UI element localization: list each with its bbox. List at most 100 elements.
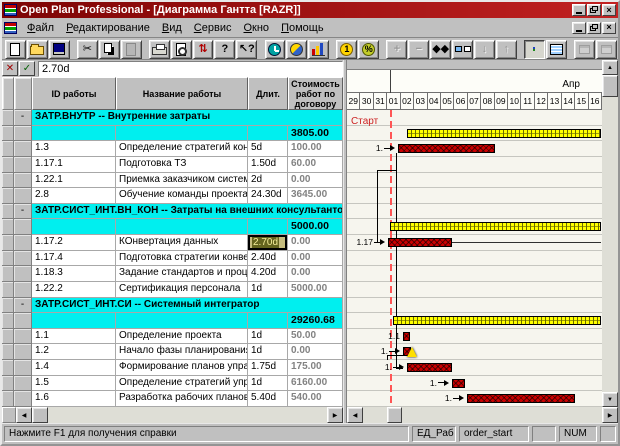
cell-cost[interactable]: 0.00 <box>288 266 343 282</box>
help-button[interactable]: ? <box>214 40 235 59</box>
cell-name[interactable]: Сертификация персонала <box>116 282 248 298</box>
cost-button[interactable]: 1 <box>336 40 357 59</box>
app-icon[interactable] <box>4 4 17 16</box>
summary-cell[interactable] <box>116 313 248 329</box>
cell-name[interactable]: Определение стратегий управления р <box>116 376 248 392</box>
column-header-cost[interactable]: Стоимость работ по договору <box>288 77 343 110</box>
summary-cell[interactable] <box>32 126 116 142</box>
row-selector[interactable] <box>2 157 14 173</box>
link-activities-button[interactable]: ◆◆ <box>430 40 451 59</box>
summary-cell[interactable] <box>116 219 248 235</box>
column-header-duration[interactable]: Длит. <box>248 77 288 110</box>
row-selector[interactable] <box>2 344 14 360</box>
gantt-summary-bar[interactable] <box>393 316 601 325</box>
row-selector[interactable] <box>2 110 14 126</box>
scroll-left-icon[interactable]: ◀ <box>347 407 363 423</box>
summary-cost-cell[interactable]: 5000.00 <box>288 219 343 235</box>
cell-id[interactable]: 1.6 <box>32 391 116 407</box>
spreadsheet-view-button[interactable] <box>546 40 567 59</box>
gantt-view-button[interactable] <box>524 40 545 59</box>
summary-cell[interactable] <box>32 313 116 329</box>
cell-duration[interactable]: 2.70d <box>248 235 288 251</box>
scrollbar-track[interactable] <box>402 407 602 423</box>
row-selector[interactable] <box>2 251 14 267</box>
summary-cell[interactable] <box>32 219 116 235</box>
summary-cost-cell[interactable]: 3805.00 <box>288 126 343 142</box>
column-header-id[interactable]: ID работы <box>32 77 116 110</box>
menu-tools[interactable]: Сервис <box>188 20 238 36</box>
row-selector[interactable] <box>2 282 14 298</box>
collapse-toggle[interactable]: - <box>14 204 32 220</box>
print-preview-button[interactable] <box>171 40 192 59</box>
scrollbar-track[interactable] <box>363 407 387 423</box>
collapse-toggle[interactable]: - <box>14 110 32 126</box>
cell-duration[interactable]: 5d <box>248 141 288 157</box>
save-button[interactable] <box>49 40 70 59</box>
gantt-task-bar[interactable] <box>407 363 452 372</box>
cell-duration[interactable]: 4.20d <box>248 266 288 282</box>
cell-name[interactable]: Подготовка ТЗ <box>116 157 248 173</box>
cell-duration[interactable]: 5.40d <box>248 391 288 407</box>
row-selector[interactable] <box>2 376 14 392</box>
cut-button[interactable]: ✂ <box>77 40 98 59</box>
row-selector[interactable] <box>2 235 14 251</box>
cell-cost[interactable]: 0.00 <box>288 235 343 251</box>
cell-id[interactable]: 1.17.1 <box>32 157 116 173</box>
summary-cell[interactable] <box>116 126 248 142</box>
cell-duration[interactable]: 2d <box>248 173 288 189</box>
scroll-down-icon[interactable]: ▼ <box>602 392 618 407</box>
scrollbar-thumb[interactable] <box>602 75 618 97</box>
cancel-edit-button[interactable]: ✕ <box>2 61 18 76</box>
gantt-summary-bar[interactable] <box>407 129 601 138</box>
child-minimize-button[interactable] <box>572 22 586 34</box>
outline-button[interactable] <box>452 40 473 59</box>
cell-duration[interactable]: 2.40d <box>248 251 288 267</box>
cell-cost[interactable]: 6160.00 <box>288 376 343 392</box>
cell-id[interactable]: 2.8 <box>32 188 116 204</box>
row-selector[interactable] <box>2 360 14 376</box>
cell-duration[interactable]: 1d <box>248 344 288 360</box>
cell-cost[interactable]: 50.00 <box>288 329 343 345</box>
cell-id[interactable]: 1.4 <box>32 360 116 376</box>
row-selector[interactable] <box>2 329 14 345</box>
gantt-task-bar[interactable] <box>388 238 452 247</box>
cell-id[interactable]: 1.17.4 <box>32 251 116 267</box>
cell-duration[interactable]: 1d <box>248 282 288 298</box>
cell-id[interactable]: 1.22.2 <box>32 282 116 298</box>
menu-view[interactable]: Вид <box>156 20 188 36</box>
cell-name[interactable]: Начало фазы планирования проекта <box>116 344 248 360</box>
scroll-right-icon[interactable]: ▶ <box>602 407 618 423</box>
menu-edit[interactable]: Редактирование <box>60 20 156 36</box>
row-selector[interactable] <box>2 391 14 407</box>
summary-cell[interactable] <box>248 126 288 142</box>
column-header-name[interactable]: Название работы <box>116 77 248 110</box>
cell-cost[interactable]: 60.00 <box>288 157 343 173</box>
cell-duration[interactable]: 1.50d <box>248 157 288 173</box>
cell-duration[interactable]: 1d <box>248 376 288 392</box>
cell-cost[interactable]: 0.00 <box>288 251 343 267</box>
cell-cost[interactable]: 5000.00 <box>288 282 343 298</box>
summary-cost-cell[interactable]: 29260.68 <box>288 313 343 329</box>
cell-name[interactable]: Формирование планов управления <box>116 360 248 376</box>
gantt-task-bar[interactable] <box>403 332 410 341</box>
cell-cost[interactable]: 0.00 <box>288 173 343 189</box>
scroll-right-icon[interactable]: ▶ <box>327 407 343 423</box>
row-selector[interactable] <box>2 141 14 157</box>
gantt-task-bar[interactable] <box>467 394 575 403</box>
gantt-summary-bar[interactable] <box>390 222 601 231</box>
cell-edit-input[interactable] <box>38 61 343 77</box>
resource-scheduling-button[interactable] <box>286 40 307 59</box>
time-analysis-button[interactable] <box>265 40 286 59</box>
open-button[interactable] <box>27 40 48 59</box>
scrollbar-thumb[interactable] <box>32 407 48 423</box>
scroll-up-icon[interactable]: ▲ <box>602 60 618 75</box>
row-selector[interactable] <box>2 298 14 314</box>
menu-help[interactable]: Помощь <box>275 20 330 36</box>
row-selector[interactable] <box>2 126 14 142</box>
cell-id[interactable]: 1.2 <box>32 344 116 360</box>
row-selector[interactable] <box>2 266 14 282</box>
cell-id[interactable]: 1.17.2 <box>32 235 116 251</box>
row-selector[interactable] <box>2 219 14 235</box>
menu-window[interactable]: Окно <box>237 20 275 36</box>
print-button[interactable] <box>149 40 170 59</box>
